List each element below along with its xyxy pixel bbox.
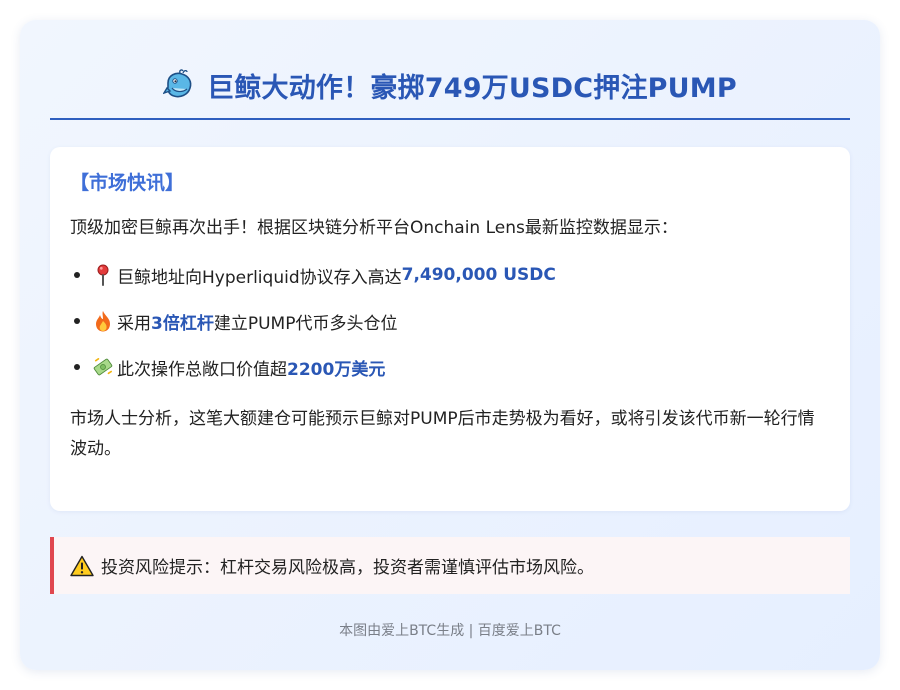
bullet-dot: [74, 272, 80, 278]
bullet-text: 此次操作总敞口价值超: [117, 359, 287, 380]
fire-icon: [93, 310, 113, 332]
risk-warning-text: 投资风险提示：杠杆交易风险极高，投资者需谨慎评估市场风险。: [101, 558, 594, 578]
news-bullets: 巨鲸地址向Hyperliquid协议存入高达 7,490,000 USDC 采用 3…: [70, 252, 830, 390]
news-heading: 【市场快讯】: [70, 172, 185, 194]
money-icon: [93, 356, 113, 378]
list-item: 巨鲸地址向Hyperliquid协议存入高达 7,490,000 USDC: [74, 252, 830, 298]
bullet-highlight: 3倍杠杆: [151, 313, 214, 334]
market-news-panel: 【市场快讯】 顶级加密巨鲸再次出手！根据区块链分析平台Onchain Lens最…: [50, 147, 850, 511]
list-item: 采用 3倍杠杆 建立PUMP代币多头仓位: [74, 298, 830, 344]
page-title: 巨鲸大动作！豪掷749万USDC押注PUMP: [207, 72, 737, 104]
news-analysis: 市场人士分析，这笔大额建仓可能预示巨鲸对PUMP后市走势极为看好，或将引发该代币…: [70, 409, 815, 459]
warning-icon: [70, 555, 94, 577]
bullet-dot: [74, 364, 80, 370]
bullet-dot: [74, 318, 80, 324]
bullet-text: 采用: [117, 313, 151, 334]
bullet-highlight: 7,490,000 USDC: [401, 265, 556, 285]
bullet-text: 巨鲸地址向Hyperliquid协议存入高达: [117, 267, 402, 288]
bullet-highlight: 2200万美元: [287, 359, 386, 380]
pin-icon: [93, 264, 113, 286]
news-card: 巨鲸大动作！豪掷749万USDC押注PUMP 【市场快讯】 顶级加密巨鲸再次出手…: [20, 20, 880, 670]
footer-credit: 本图由爱上BTC生成 | 百度爱上BTC: [339, 623, 561, 639]
list-item: 此次操作总敞口价值超 2200万美元: [74, 344, 830, 390]
bullet-text-tail: 建立PUMP代币多头仓位: [213, 313, 398, 334]
news-intro: 顶级加密巨鲸再次出手！根据区块链分析平台Onchain Lens最新监控数据显示…: [70, 218, 678, 238]
whale-icon: [162, 69, 195, 101]
risk-warning-banner: 投资风险提示：杠杆交易风险极高，投资者需谨慎评估市场风险。: [50, 537, 850, 594]
title-row: 巨鲸大动作！豪掷749万USDC押注PUMP: [50, 60, 850, 120]
